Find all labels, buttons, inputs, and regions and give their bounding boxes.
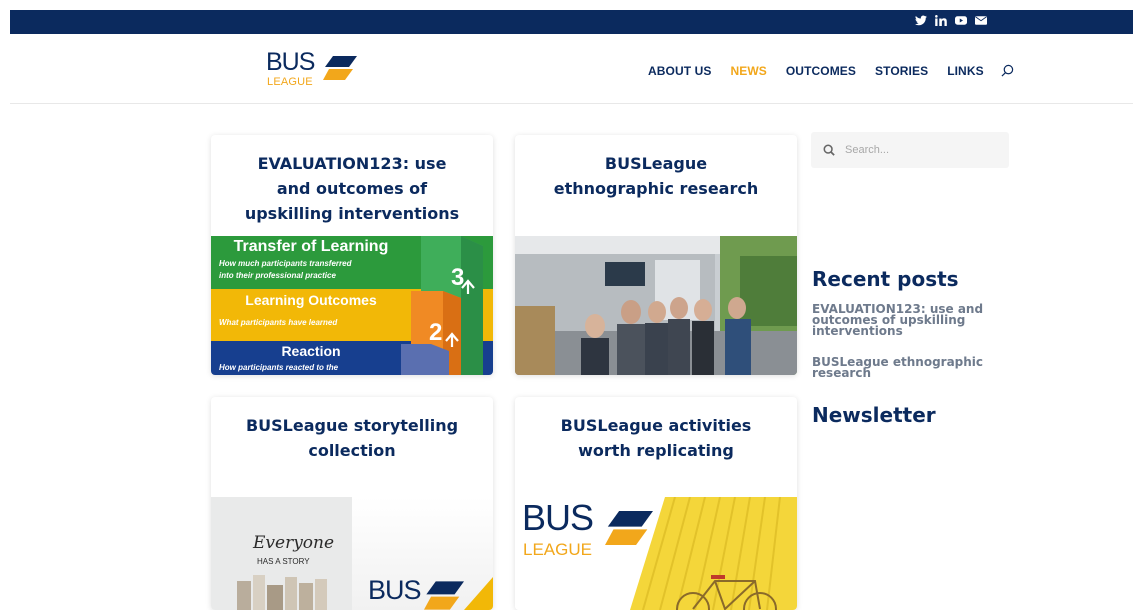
nav-stories[interactable]: STORIES xyxy=(875,64,928,78)
post-card-activities[interactable]: BUSLeague activities worth replicating B… xyxy=(515,397,797,610)
recent-post-link[interactable]: EVALUATION123: use and outcomes of upski… xyxy=(812,303,992,337)
post-card-ethnographic[interactable]: BUSLeague ethnographic research xyxy=(515,135,797,375)
step-number: 3 xyxy=(451,264,465,291)
band-subtitle: How much participants transferred xyxy=(219,259,352,268)
social-links xyxy=(915,15,987,26)
books-icon xyxy=(237,575,327,610)
story-photo: Everyone HAS A STORY xyxy=(211,497,352,610)
story-script-text: Everyone xyxy=(253,533,335,553)
post-title[interactable]: BUSLeague ethnographic research xyxy=(515,151,797,201)
band-subtitle: How participants reacted to the xyxy=(219,363,339,372)
search-input[interactable] xyxy=(845,144,995,156)
nav-about-us[interactable]: ABOUT US xyxy=(648,64,711,78)
nav-outcomes[interactable]: OUTCOMES xyxy=(786,64,856,78)
youtube-icon[interactable] xyxy=(955,16,967,25)
story-script-subtext: HAS A STORY xyxy=(257,557,310,566)
story-logo-mark-icon xyxy=(424,581,464,610)
steps-graphic-icon xyxy=(401,236,483,375)
nav-news[interactable]: NEWS xyxy=(730,64,766,78)
story-logo-panel: BUS xyxy=(352,497,493,610)
site-header: BUS LEAGUE ABOUT US NEWS OUTCOMES STORIE… xyxy=(10,34,1133,104)
email-icon[interactable] xyxy=(975,16,987,25)
band-title: Learning Outcomes xyxy=(245,292,377,308)
post-title[interactable]: EVALUATION123: use and outcomes of upski… xyxy=(211,151,493,226)
top-bar xyxy=(10,10,1133,34)
recent-posts-title: Recent posts xyxy=(812,267,959,291)
post-image-infographic[interactable]: Transfer of Learning How much participan… xyxy=(211,236,493,375)
search-icon[interactable] xyxy=(1001,62,1014,81)
activities-logo-subtext: LEAGUE xyxy=(523,540,592,559)
newsletter-title: Newsletter xyxy=(812,403,936,427)
post-title[interactable]: BUSLeague storytelling collection xyxy=(211,413,493,463)
logo-mark-icon xyxy=(323,56,357,80)
recent-post-link[interactable]: BUSLeague ethnographic research xyxy=(812,356,992,379)
main-nav: ABOUT US NEWS OUTCOMES STORIES LINKS xyxy=(648,61,1014,81)
story-logo-text: BUS xyxy=(368,575,422,605)
site-logo[interactable]: BUS LEAGUE xyxy=(266,48,366,92)
band-title: Transfer of Learning xyxy=(233,238,389,255)
post-card-evaluation123[interactable]: EVALUATION123: use and outcomes of upski… xyxy=(211,135,493,375)
post-image-activities[interactable]: BUS LEAGUE xyxy=(515,497,797,610)
activities-logo-text: BUS xyxy=(522,497,594,538)
logo-subtext: LEAGUE xyxy=(267,76,313,88)
story-yellow-corner-icon xyxy=(464,577,493,610)
logo-text: BUS xyxy=(266,48,315,76)
group-photo-image xyxy=(515,236,797,375)
linkedin-icon[interactable] xyxy=(935,15,947,26)
post-image-group-photo[interactable] xyxy=(515,236,797,375)
step-number: 2 xyxy=(429,319,443,346)
twitter-icon[interactable] xyxy=(915,15,927,26)
band-subtitle: into their professional practice xyxy=(219,271,336,280)
search-icon[interactable] xyxy=(823,141,835,160)
sidebar-search xyxy=(811,132,1009,168)
activities-logo-mark-icon xyxy=(605,511,653,545)
band-subtitle: What participants have learned xyxy=(219,318,338,327)
band-title: Reaction xyxy=(281,343,341,359)
post-title[interactable]: BUSLeague activities worth replicating xyxy=(515,413,797,463)
post-image-storytelling[interactable]: Everyone HAS A STORY BUS xyxy=(211,497,493,610)
nav-links[interactable]: LINKS xyxy=(947,64,984,78)
post-card-storytelling[interactable]: BUSLeague storytelling collection Everyo… xyxy=(211,397,493,610)
